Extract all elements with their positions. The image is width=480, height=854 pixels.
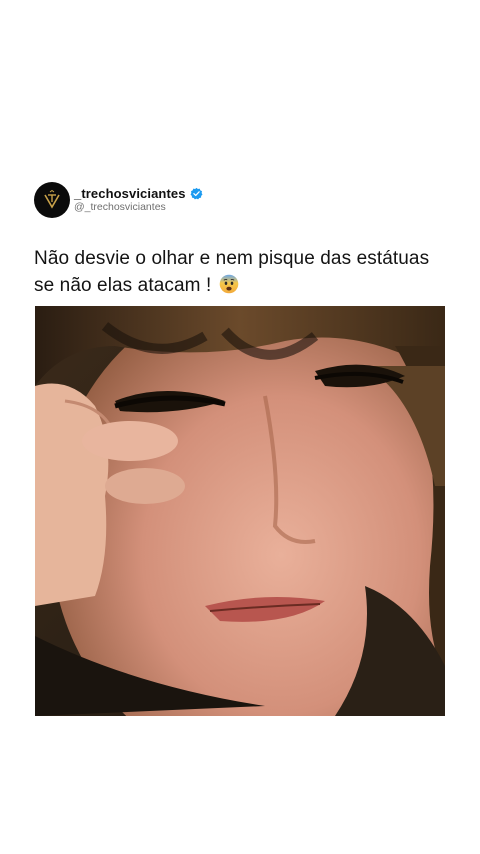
monogram-logo-icon: [44, 189, 60, 209]
verified-badge-icon: [190, 187, 203, 200]
handle[interactable]: @_trechosviciantes: [74, 201, 203, 214]
post-text-block: Não desvie o olhar e nem pisque das está…: [34, 245, 454, 299]
name-row: _trechosviciantes: [74, 186, 203, 201]
fearful-face-emoji: [219, 274, 239, 294]
post-screen: _trechosviciantes @_trechosviciantes Não…: [0, 0, 480, 854]
post-header: _trechosviciantes @_trechosviciantes: [34, 181, 203, 219]
display-name[interactable]: _trechosviciantes: [74, 186, 186, 201]
author-block: _trechosviciantes @_trechosviciantes: [74, 186, 203, 214]
avatar[interactable]: [34, 182, 70, 218]
post-image[interactable]: [35, 306, 445, 716]
